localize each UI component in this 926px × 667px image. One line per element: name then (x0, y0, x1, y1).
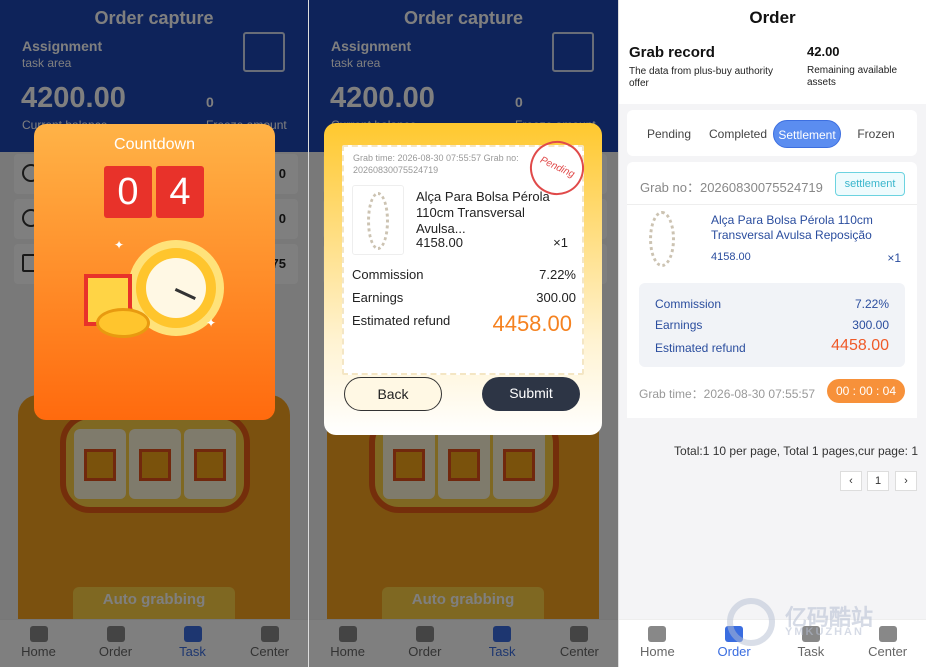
grab-record-title: Grab record (629, 44, 715, 61)
refund-amount: 4458.00 (831, 337, 889, 354)
countdown-modal: Countdown 0 4 ✦ ✦ (34, 124, 275, 420)
product-image (352, 185, 404, 255)
back-button[interactable]: Back (344, 377, 442, 411)
assets-label: Remaining available assets (807, 65, 898, 88)
page-title: Order (749, 8, 796, 27)
commission-row: Commission 7.22% (655, 297, 889, 311)
product-quantity: ×1 (553, 235, 568, 250)
product-price: 4158.00 (711, 251, 751, 263)
page-number-button[interactable]: 1 (867, 471, 889, 491)
pearl-strap-icon (367, 192, 389, 250)
pagination-info: Total:1 10 per page, Total 1 pages,cur p… (674, 444, 918, 458)
tab-settlement[interactable]: Settlement (773, 120, 841, 148)
status-badge: settlement (835, 172, 905, 196)
next-page-button[interactable]: › (895, 471, 917, 491)
status-tabs: Pending Completed Settlement Frozen (627, 110, 917, 156)
task-screen-order-popup: Order capture Assignment task area 4200.… (309, 0, 618, 667)
sparkle-icon: ✦ (114, 238, 125, 252)
earnings-row: Earnings 300.00 (352, 290, 576, 305)
order-detail: Alça Para Bolsa Pérola 110cm Transversal… (627, 204, 917, 418)
countdown-title: Countdown (114, 136, 195, 153)
task-screen-countdown: Order capture Assignment task area 4200.… (0, 0, 308, 667)
grab-time-text: Grab time: 2026-08-30 07:55:57 Grab no: … (353, 153, 519, 175)
tab-home[interactable]: Home (619, 620, 696, 667)
tab-frozen[interactable]: Frozen (847, 120, 905, 148)
submit-button[interactable]: Submit (482, 377, 580, 411)
home-icon (648, 626, 667, 642)
product-image (641, 209, 701, 269)
pearl-strap-icon (649, 211, 675, 267)
sparkle-icon: ✦ (206, 316, 217, 330)
product-quantity: ×1 (887, 251, 901, 265)
logo-icon (727, 598, 775, 646)
commission-row: Commission 7.22% (352, 267, 576, 282)
order-ticket: Grab time: 2026-08-30 07:55:57 Grab no: … (342, 132, 593, 375)
grab-record-subtitle: The data from plus-buy authority offer (629, 66, 773, 89)
grab-time: Grab time：2026-08-30 07:55:57 (639, 387, 816, 401)
product-name: Alça Para Bolsa Pérola 110cm Transversal… (711, 213, 873, 242)
watermark-logo: 亿码酷站 YMKUZHAN (727, 598, 917, 646)
order-screen: Order Grab record The data from plus-buy… (619, 0, 926, 667)
countdown-digit: 4 (156, 166, 204, 218)
order-confirm-modal: Grab time: 2026-08-30 07:55:57 Grab no: … (324, 123, 602, 435)
product-price: 4158.00 (416, 235, 463, 250)
grab-number: Grab no：20260830075524719 (640, 180, 823, 195)
assets-value: 42.00 (807, 44, 840, 59)
order-card[interactable]: Grab no：20260830075524719 settlement Alç… (627, 162, 917, 418)
tab-pending[interactable]: Pending (639, 120, 699, 148)
countdown-timer: 00 : 00 : 04 (827, 379, 905, 403)
tab-completed[interactable]: Completed (705, 120, 771, 148)
coins-icon (96, 308, 150, 338)
countdown-digit: 0 (104, 166, 152, 218)
order-header: Order Grab record The data from plus-buy… (619, 0, 926, 104)
product-name: Alça Para Bolsa Pérola 110cm Transversal… (416, 189, 550, 236)
refund-amount: 4458.00 (492, 311, 572, 336)
order-summary: Commission 7.22% Earnings 300.00 Estimated… (639, 283, 905, 367)
prev-page-button[interactable]: ‹ (840, 471, 862, 491)
earnings-row: Earnings 300.00 (655, 318, 889, 332)
